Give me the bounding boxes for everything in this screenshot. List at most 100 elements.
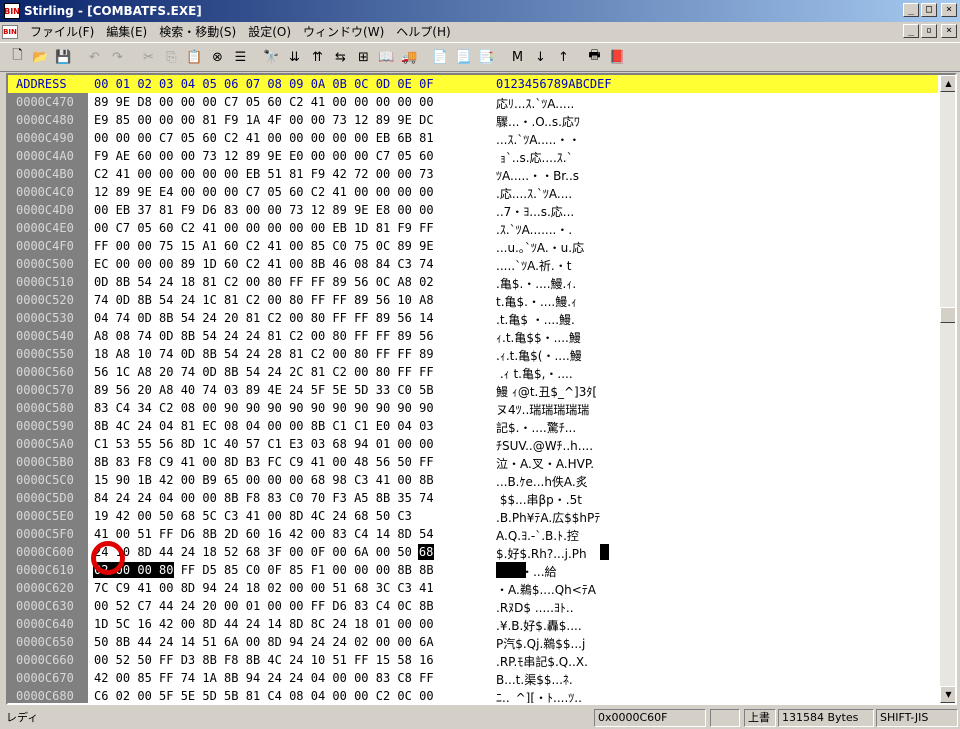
cut-icon[interactable]: ✂ xyxy=(137,46,160,68)
row-hex-bytes[interactable]: 19 42 00 50 68 5C C3 41 00 8D 4C 24 68 5… xyxy=(94,509,412,523)
row-ascii[interactable]: 記$.・....驚ﾁ... xyxy=(496,419,576,436)
menu-window[interactable]: ウィンドウ(W) xyxy=(297,23,390,40)
row-ascii[interactable]: .応....ｽ.`ﾂA.... xyxy=(496,185,572,202)
row-ascii[interactable]: ｨ.t.亀$$・....鰻 xyxy=(496,329,581,346)
row-ascii[interactable]: ヌ4ﾂ..瑞瑞瑞瑞瑞 xyxy=(496,401,589,418)
row-hex-bytes[interactable]: 00 C7 05 60 C2 41 00 00 00 00 00 EB 1D 8… xyxy=(94,221,434,235)
row-ascii[interactable]: 応ﾘ...ｽ.`ﾂA..... xyxy=(496,95,574,112)
row-hex-bytes[interactable]: 00 00 00 C7 05 60 C2 41 00 00 00 00 00 E… xyxy=(94,131,434,145)
row-hex-bytes[interactable]: 24 10 8D 44 24 18 52 68 3F 00 0F 00 6A 0… xyxy=(94,545,434,559)
hex-row[interactable]: 0000C680 C6 02 00 5F 5E 5D 5B 81 C4 08 04… xyxy=(8,687,938,703)
row-hex-bytes[interactable]: C2 41 00 00 00 00 00 EB 51 81 F9 42 72 0… xyxy=(94,167,434,181)
row-hex-bytes[interactable]: EC 00 00 00 89 1D 60 C2 41 00 8B 46 08 8… xyxy=(94,257,434,271)
doc-minimize-button[interactable]: _ xyxy=(903,24,919,38)
doc-close-button[interactable]: × xyxy=(941,24,957,38)
row-hex-bytes[interactable]: 0D 8B 54 24 18 81 C2 00 80 FF FF 89 56 0… xyxy=(94,275,434,289)
hex-row[interactable]: 0000C580 83 C4 34 C2 08 00 90 90 90 90 90… xyxy=(8,399,938,417)
prev-mark-icon[interactable]: ↑ xyxy=(552,46,575,68)
minimize-button[interactable]: _ xyxy=(903,3,919,17)
book-icon[interactable]: 📖 xyxy=(375,46,398,68)
row-hex-bytes[interactable]: 04 74 0D 8B 54 24 20 81 C2 00 80 FF FF 8… xyxy=(94,311,434,325)
open-icon[interactable]: 📂 xyxy=(29,46,52,68)
row-ascii[interactable]: ..7・ﾖ...s.応... xyxy=(496,203,574,220)
replace-icon[interactable]: ⇆ xyxy=(329,46,352,68)
row-hex-bytes[interactable]: F9 AE 60 00 00 73 12 89 9E E0 00 00 00 C… xyxy=(94,149,434,163)
hex-row[interactable]: 0000C4A0 F9 AE 60 00 00 73 12 89 9E E0 00… xyxy=(8,147,938,165)
row-ascii[interactable]: ...B.ｹe...h佚A.炙 xyxy=(496,473,588,490)
row-hex-bytes[interactable]: 00 52 50 FF D3 8B F8 8B 4C 24 10 51 FF 1… xyxy=(94,653,434,667)
row-hex-bytes[interactable]: C6 02 00 5F 5E 5D 5B 81 C4 08 04 00 00 C… xyxy=(94,689,434,703)
row-ascii[interactable]: ...u.｡`ﾂA.・u.応 xyxy=(496,239,584,256)
hex-row[interactable]: 0000C640 1D 5C 16 42 00 8D 44 24 14 8D 8C… xyxy=(8,615,938,633)
row-hex-bytes[interactable]: 00 EB 37 81 F9 D6 83 00 00 73 12 89 9E E… xyxy=(94,203,434,217)
row-hex-bytes[interactable]: 50 8B 44 24 14 51 6A 00 8D 94 24 24 02 0… xyxy=(94,635,434,649)
row-hex-bytes[interactable]: 00 52 C7 44 24 20 00 01 00 00 FF D6 83 C… xyxy=(94,599,434,613)
row-ascii[interactable]: .ｨ.t.亀$(・....鰻 xyxy=(496,347,582,364)
row-hex-bytes[interactable]: 8B 4C 24 04 81 EC 08 04 00 00 8B C1 C1 E… xyxy=(94,419,434,433)
vertical-scrollbar[interactable]: ▲ ▼ xyxy=(940,75,955,703)
find-prev-icon[interactable]: ⇈ xyxy=(306,46,329,68)
hex-row[interactable]: 0000C590 8B 4C 24 04 81 EC 08 04 00 00 8B… xyxy=(8,417,938,435)
hex-row[interactable]: 0000C660 00 52 50 FF D3 8B F8 8B 4C 24 10… xyxy=(8,651,938,669)
title-bar[interactable]: BIN Stirling - [COMBATFS.EXE] _ □ × xyxy=(0,0,960,22)
row-hex-bytes[interactable]: 89 56 20 A8 40 74 03 89 4E 24 5F 5E 5D 3… xyxy=(94,383,434,397)
hex-row[interactable]: 0000C670 42 00 85 FF 74 1A 8B 94 24 24 04… xyxy=(8,669,938,687)
row-ascii[interactable]: ﾆ.._^][・ﾄ....ﾂ.. xyxy=(496,689,582,703)
row-ascii[interactable]: ﾁSUV..@Wﾁ..h.... xyxy=(496,437,593,454)
row-ascii[interactable]: .ｽ.`ﾂA.......・. xyxy=(496,221,572,238)
page-down-icon[interactable]: 📃 xyxy=(452,46,475,68)
row-ascii[interactable]: 鰻 ｨ@t.丑$_^]3ﾀ[ xyxy=(496,383,597,400)
hex-row[interactable]: 0000C470 89 9E D8 00 00 00 C7 05 60 C2 41… xyxy=(8,93,938,111)
row-hex-bytes[interactable]: FF 00 00 75 15 A1 60 C2 41 00 85 C0 75 0… xyxy=(94,239,434,253)
selected-byte[interactable]: 68 xyxy=(417,544,435,560)
row-ascii[interactable]: ...ｽ.`ﾂA.....・・ xyxy=(496,131,580,148)
scroll-thumb[interactable] xyxy=(940,307,955,323)
hex-row[interactable]: 0000C4D0 00 EB 37 81 F9 D6 83 00 00 73 12… xyxy=(8,201,938,219)
row-hex-bytes[interactable]: 83 C4 34 C2 08 00 90 90 90 90 90 90 90 9… xyxy=(94,401,434,415)
row-hex-bytes[interactable]: 12 89 9E E4 00 00 00 C7 05 60 C2 41 00 0… xyxy=(94,185,434,199)
hex-row[interactable]: 0000C4F0 FF 00 00 75 15 A1 60 C2 41 00 85… xyxy=(8,237,938,255)
row-hex-bytes[interactable]: E9 85 00 00 00 81 F9 1A 4F 00 00 73 12 8… xyxy=(94,113,434,127)
row-ascii[interactable]: A.Q.ﾖ.-`.B.ﾄ.控 xyxy=(496,527,579,544)
hex-row[interactable]: 0000C5D0 84 24 24 04 00 00 8B F8 83 C0 70… xyxy=(8,489,938,507)
delete-icon[interactable]: ⊗ xyxy=(206,46,229,68)
row-ascii[interactable]: ・A.鵜$....Qh<ﾃA xyxy=(496,581,596,598)
app-icon[interactable]: BIN xyxy=(4,3,20,19)
list-icon[interactable]: ☰ xyxy=(229,46,252,68)
row-ascii[interactable]: .B.Ph¥ﾃA.広$$hPﾃ xyxy=(496,509,600,526)
find-next-icon[interactable]: ⇊ xyxy=(283,46,306,68)
hex-row[interactable]: 0000C4B0 C2 41 00 00 00 00 00 EB 51 81 F9… xyxy=(8,165,938,183)
help-book-icon[interactable]: 📕 xyxy=(606,46,629,68)
hex-row[interactable]: 0000C5A0 C1 53 55 56 8D 1C 40 57 C1 E3 03… xyxy=(8,435,938,453)
insert-file-icon[interactable]: 📄 xyxy=(429,46,452,68)
compare-icon[interactable]: ⊞ xyxy=(352,46,375,68)
hex-row[interactable]: 0000C620 7C C9 41 00 8D 94 24 18 02 00 00… xyxy=(8,579,938,597)
row-ascii[interactable]: 泣・A.叉・A.HVP. xyxy=(496,455,594,472)
row-ascii[interactable]: 驟...・.O..s.応ﾜ xyxy=(496,113,580,130)
undo-icon[interactable]: ↶ xyxy=(83,46,106,68)
selected-ascii-char[interactable] xyxy=(600,544,609,560)
hex-row[interactable]: 0000C5B0 8B 83 F8 C9 41 00 8D B3 FC C9 41… xyxy=(8,453,938,471)
row-hex-bytes[interactable]: 41 00 51 FF D6 8B 2D 60 16 42 00 83 C4 1… xyxy=(94,527,434,541)
row-hex-bytes[interactable]: 7C C9 41 00 8D 94 24 18 02 00 00 51 68 3… xyxy=(94,581,434,595)
scroll-up-arrow[interactable]: ▲ xyxy=(940,75,955,92)
next-mark-icon[interactable]: ↓ xyxy=(529,46,552,68)
hex-row[interactable]: 0000C530 04 74 0D 8B 54 24 20 81 C2 00 80… xyxy=(8,309,938,327)
hex-row[interactable]: 0000C4C0 12 89 9E E4 00 00 00 C7 05 60 C2… xyxy=(8,183,938,201)
doc-restore-button[interactable]: ▫ xyxy=(921,24,937,38)
row-ascii[interactable]: ﾂA.....・・Br..s xyxy=(496,167,579,184)
mark-icon[interactable]: M xyxy=(506,46,529,68)
document-icon[interactable]: BIN xyxy=(2,24,18,39)
hex-row[interactable]: 0000C650 50 8B 44 24 14 51 6A 00 8D 94 24… xyxy=(8,633,938,651)
hex-row[interactable]: 0000C600 24 10 8D 44 24 18 52 68 3F 00 0F… xyxy=(8,543,938,561)
save-icon[interactable]: 💾 xyxy=(52,46,75,68)
maximize-button[interactable]: □ xyxy=(921,3,937,17)
hex-row[interactable]: 0000C4E0 00 C7 05 60 C2 41 00 00 00 00 00… xyxy=(8,219,938,237)
menu-search[interactable]: 検索・移動(S) xyxy=(153,23,242,40)
hex-row[interactable]: 0000C520 74 0D 8B 54 24 1C 81 C2 00 80 FF… xyxy=(8,291,938,309)
hex-row[interactable]: 0000C5C0 15 90 1B 42 00 B9 65 00 00 00 68… xyxy=(8,471,938,489)
paste-icon[interactable]: 📋 xyxy=(183,46,206,68)
row-hex-bytes[interactable]: 56 1C A8 20 74 0D 8B 54 24 2C 81 C2 00 8… xyxy=(94,365,434,379)
row-ascii[interactable]: B...t.渠$$...ﾈ. xyxy=(496,671,573,688)
row-ascii[interactable]: .....`ﾂA.祈.・t xyxy=(496,257,571,274)
